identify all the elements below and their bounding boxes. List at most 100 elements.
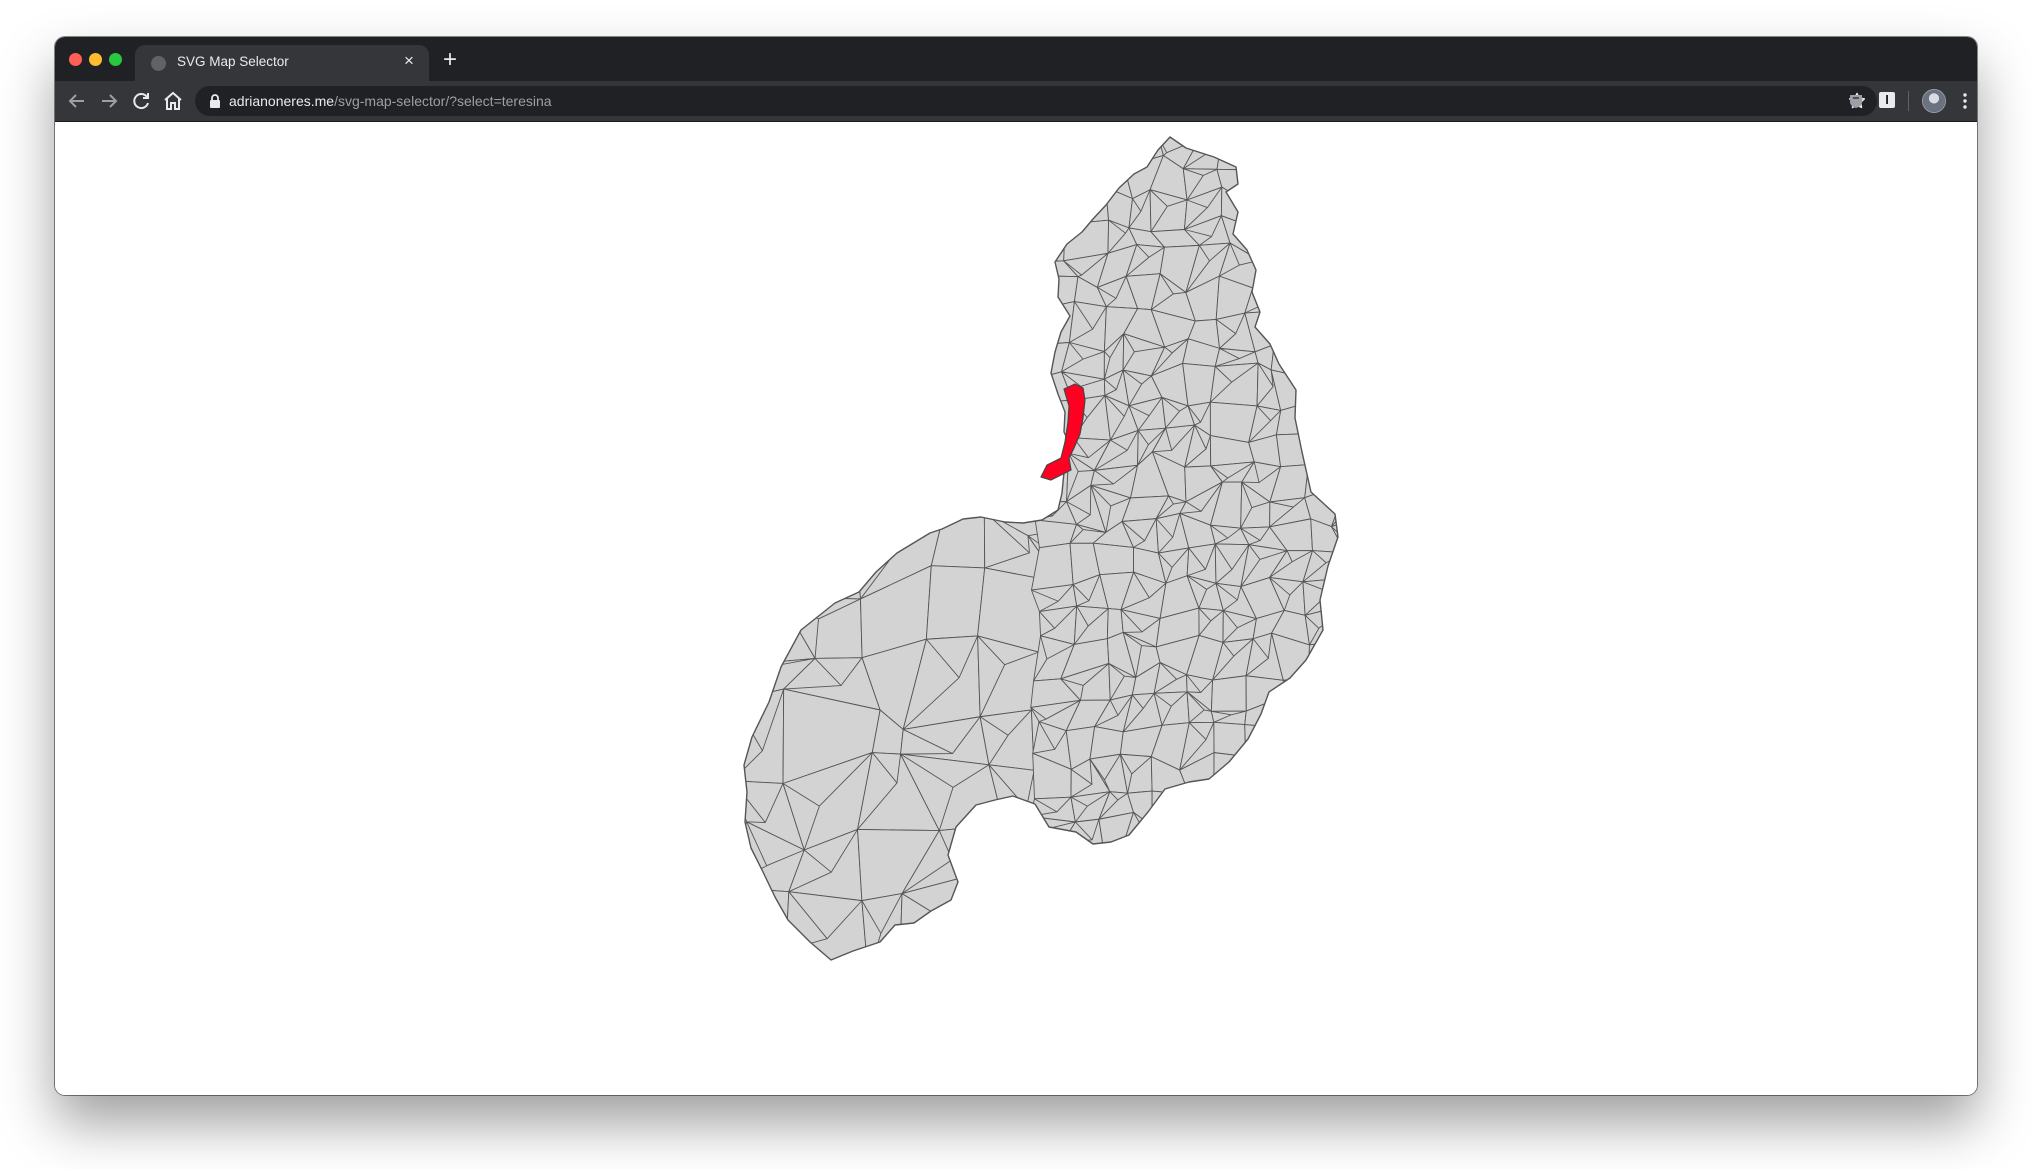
- municipality-region[interactable]: [1244, 724, 1287, 757]
- home-icon[interactable]: [161, 89, 185, 113]
- municipality-region[interactable]: [1280, 183, 1310, 231]
- municipality-region[interactable]: [1305, 374, 1338, 405]
- municipality-region[interactable]: [925, 565, 986, 640]
- municipality-region[interactable]: [908, 1005, 1004, 1075]
- municipality-region[interactable]: [1247, 819, 1290, 863]
- municipality-region[interactable]: [1247, 783, 1285, 832]
- municipality-region[interactable]: [1362, 216, 1407, 257]
- municipality-region[interactable]: [1365, 515, 1409, 550]
- municipality-region[interactable]: [1302, 226, 1349, 248]
- municipality-region[interactable]: [1337, 244, 1372, 291]
- municipality-region[interactable]: [1090, 890, 1165, 970]
- municipality-region[interactable]: [1336, 603, 1380, 642]
- municipality-region[interactable]: [1073, 605, 1109, 645]
- municipality-region[interactable]: [1302, 662, 1347, 705]
- municipality-region[interactable]: [1340, 575, 1377, 608]
- municipality-region[interactable]: [1028, 951, 1120, 1019]
- municipality-region[interactable]: [1053, 834, 1118, 914]
- municipality-region[interactable]: [779, 508, 861, 600]
- municipality-region[interactable]: [850, 954, 909, 1023]
- tab-svg-map-selector[interactable]: SVG Map Selector ×: [135, 45, 429, 81]
- municipality-region[interactable]: [786, 1013, 863, 1090]
- municipality-region[interactable]: [1337, 221, 1376, 252]
- municipality-region[interactable]: [1245, 157, 1286, 203]
- reload-icon[interactable]: [129, 89, 153, 113]
- municipality-region[interactable]: [1331, 662, 1377, 710]
- municipality-region[interactable]: [979, 709, 1035, 771]
- municipality-region[interactable]: [1151, 851, 1193, 879]
- municipality-region[interactable]: [1269, 783, 1314, 821]
- municipality-region[interactable]: [1066, 160, 1107, 196]
- municipality-region[interactable]: [726, 949, 787, 1013]
- municipality-region[interactable]: [1213, 752, 1256, 794]
- municipality-region[interactable]: [861, 893, 903, 975]
- municipality-region[interactable]: [1282, 676, 1310, 705]
- municipality-region[interactable]: [1331, 514, 1367, 554]
- municipality-region[interactable]: [1280, 246, 1321, 287]
- municipality-region[interactable]: [1028, 888, 1106, 969]
- municipality-region[interactable]: [1330, 463, 1380, 488]
- municipality-region[interactable]: [1305, 333, 1338, 379]
- municipality-region[interactable]: [1245, 751, 1285, 794]
- municipality-region[interactable]: [1151, 820, 1193, 861]
- municipality-region[interactable]: [1304, 125, 1346, 169]
- municipality-region[interactable]: [1304, 162, 1346, 187]
- municipality-region[interactable]: [1367, 849, 1409, 887]
- municipality-region[interactable]: [1275, 432, 1318, 468]
- municipality-region[interactable]: [1363, 825, 1410, 859]
- municipality-region[interactable]: [726, 1011, 817, 1090]
- municipality-region[interactable]: [1213, 852, 1253, 882]
- municipality-region[interactable]: [1283, 727, 1320, 762]
- municipality-region[interactable]: [1362, 365, 1408, 404]
- municipality-region[interactable]: [1331, 482, 1367, 528]
- tab-close-icon[interactable]: ×: [401, 52, 417, 70]
- back-arrow-icon[interactable]: [65, 89, 89, 113]
- municipality-region[interactable]: [1376, 182, 1396, 223]
- municipality-region[interactable]: [1331, 704, 1374, 731]
- municipality-region[interactable]: [1276, 126, 1316, 164]
- municipality-region[interactable]: [785, 891, 869, 975]
- municipality-region[interactable]: [1239, 126, 1282, 171]
- municipality-region[interactable]: [732, 688, 785, 784]
- municipality-region[interactable]: [1280, 221, 1321, 259]
- municipality-region[interactable]: [1029, 815, 1076, 859]
- municipality-region[interactable]: [1314, 400, 1347, 438]
- municipality-region[interactable]: [1213, 721, 1247, 757]
- municipality-region[interactable]: [1301, 843, 1350, 881]
- municipality-region[interactable]: [1215, 821, 1253, 863]
- municipality-region[interactable]: [1365, 315, 1394, 346]
- municipality-region[interactable]: [1090, 937, 1165, 1006]
- more-vert-icon[interactable]: [1957, 92, 1973, 110]
- url-text[interactable]: adrianoneres.me/svg-map-selector/?select…: [229, 93, 552, 109]
- municipality-region[interactable]: [1036, 137, 1077, 168]
- forward-arrow-icon[interactable]: [97, 89, 121, 113]
- municipality-region[interactable]: [1285, 693, 1320, 737]
- municipality-region[interactable]: [1377, 156, 1396, 198]
- municipality-region[interactable]: [1362, 341, 1408, 380]
- municipality-region[interactable]: [1035, 160, 1077, 197]
- municipality-region[interactable]: [1308, 640, 1348, 678]
- municipality-region[interactable]: [1330, 422, 1380, 469]
- municipality-region[interactable]: [1333, 391, 1376, 438]
- municipality-region[interactable]: [1276, 157, 1310, 191]
- municipality-region[interactable]: [1329, 314, 1376, 342]
- close-window-button[interactable]: [69, 53, 82, 66]
- municipality-region[interactable]: [1239, 189, 1286, 224]
- municipality-region[interactable]: [1209, 362, 1259, 407]
- municipality-region[interactable]: [1362, 128, 1409, 159]
- municipality-region[interactable]: [1033, 842, 1064, 884]
- municipality-region[interactable]: [1301, 791, 1347, 827]
- municipality-region[interactable]: [851, 1009, 921, 1081]
- municipality-region[interactable]: [726, 886, 790, 953]
- municipality-region[interactable]: [1340, 550, 1370, 578]
- municipality-region[interactable]: [1329, 280, 1376, 318]
- municipality-region[interactable]: [1346, 825, 1370, 849]
- municipality-region[interactable]: [1280, 284, 1316, 315]
- municipality-region[interactable]: [974, 1005, 1052, 1077]
- municipality-region[interactable]: [1362, 251, 1407, 281]
- extension-icon[interactable]: I: [1879, 92, 1895, 108]
- municipality-region[interactable]: [1301, 755, 1346, 802]
- municipality-region[interactable]: [1339, 125, 1377, 169]
- municipality-region[interactable]: [1213, 788, 1256, 832]
- municipality-region[interactable]: [1313, 727, 1338, 762]
